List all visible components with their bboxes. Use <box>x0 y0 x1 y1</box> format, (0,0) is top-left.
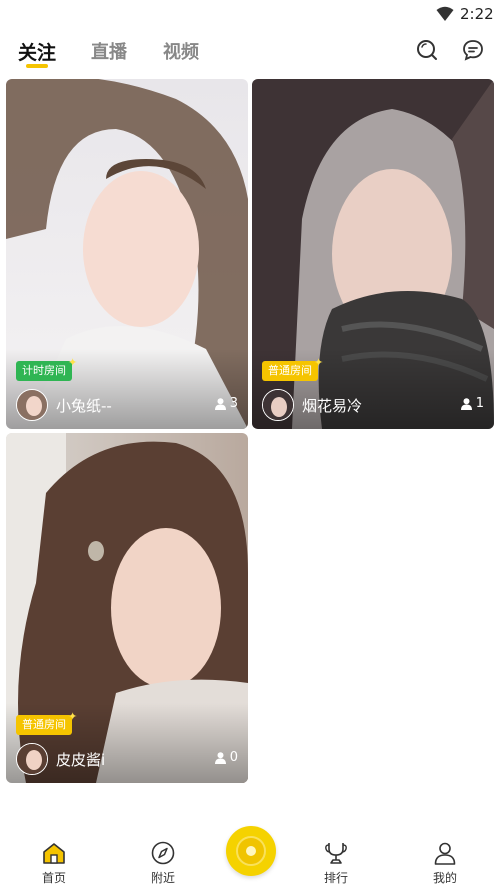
live-room-card[interactable]: 普通房间 ✦ 烟花易冷 1 <box>252 79 494 429</box>
room-type-badge: 普通房间 <box>262 361 318 381</box>
avatar <box>16 389 48 421</box>
person-icon <box>460 397 472 410</box>
sparkle-icon: ✦ <box>68 710 78 723</box>
viewer-count: 0 <box>214 750 238 765</box>
viewer-count-value: 0 <box>229 750 238 765</box>
compass-icon <box>151 841 175 865</box>
nav-item-home[interactable]: 首页 <box>24 840 84 886</box>
host-name: 小兔纸-- <box>56 397 112 415</box>
tab-live[interactable]: 直播 <box>91 38 127 64</box>
nav-item-label: 首页 <box>41 871 66 885</box>
home-icon <box>43 843 65 864</box>
search-icon[interactable] <box>415 38 439 62</box>
room-type-badge: 计时房间 <box>16 361 72 381</box>
host-name: 皮皮酱i <box>56 751 106 769</box>
start-live-button[interactable] <box>226 826 276 876</box>
trophy-icon <box>325 843 347 864</box>
tab-video[interactable]: 视频 <box>163 38 199 64</box>
nav-item-label: 附近 <box>150 871 175 885</box>
profile-icon <box>434 842 456 865</box>
top-tab-bar: 关注 直播 视频 <box>0 30 501 76</box>
person-icon <box>214 397 226 410</box>
viewer-count-value: 3 <box>229 396 238 411</box>
active-tab-indicator <box>26 64 48 68</box>
status-time: 2:22 <box>460 5 494 23</box>
avatar <box>16 743 48 775</box>
nav-item-label: 我的 <box>432 871 457 885</box>
avatar <box>262 389 294 421</box>
live-room-card[interactable]: 普通房间 ✦ 皮皮酱i 0 <box>6 433 248 783</box>
live-room-card[interactable]: 计时房间 ✦ 小兔纸-- 3 <box>6 79 248 429</box>
viewer-count: 3 <box>214 396 238 411</box>
message-icon[interactable] <box>461 38 485 62</box>
nav-item-ranking[interactable]: 排行 <box>306 840 366 886</box>
sparkle-icon: ✦ <box>314 356 324 369</box>
nav-item-nearby[interactable]: 附近 <box>133 840 193 886</box>
tab-following[interactable]: 关注 <box>18 38 56 65</box>
status-bar: 2:22 <box>0 0 501 28</box>
viewer-count-value: 1 <box>475 396 484 411</box>
nav-item-profile[interactable]: 我的 <box>415 840 475 886</box>
person-icon <box>214 751 226 764</box>
nav-item-label: 排行 <box>323 871 348 885</box>
viewer-count: 1 <box>460 396 484 411</box>
sparkle-icon: ✦ <box>68 356 78 369</box>
wifi-icon <box>436 6 454 21</box>
host-name: 烟花易冷 <box>302 397 363 415</box>
room-type-badge: 普通房间 <box>16 715 72 735</box>
